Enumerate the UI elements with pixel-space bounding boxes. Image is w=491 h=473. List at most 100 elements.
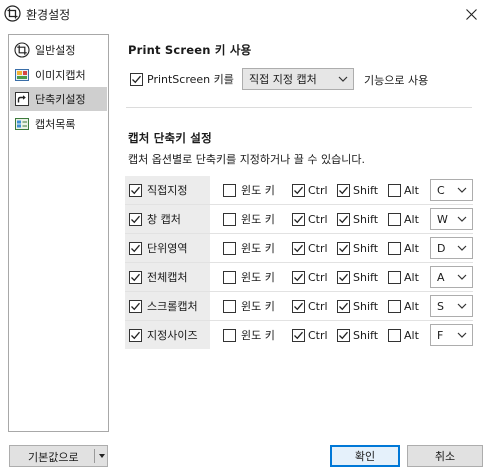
sidebar-item-capture-list[interactable]: 캡처목록 — [10, 112, 107, 136]
shortcut-key-select[interactable]: D — [430, 237, 473, 259]
alt-key-checkbox[interactable] — [388, 212, 401, 226]
shift-key-checkbox[interactable] — [337, 241, 350, 255]
sidebar-item-label: 이미지캡처 — [35, 69, 86, 82]
shift-key-label: Shift — [353, 270, 379, 284]
shift-key-label: Shift — [353, 241, 379, 255]
alt-key-checkbox[interactable] — [388, 328, 401, 342]
win-key-label: 윈도 키 — [241, 271, 275, 284]
win-key-checkbox[interactable] — [223, 241, 236, 255]
shortcut-row: 전체캡처 윈도 키 Ctrl Shift Alt A — [125, 263, 473, 291]
defaults-split-button[interactable]: 기본값으로 — [9, 445, 108, 467]
alt-key-label: Alt — [404, 183, 419, 197]
ctrl-key-checkbox[interactable] — [292, 212, 305, 226]
alt-key-checkbox[interactable] — [388, 241, 401, 255]
chevron-down-icon — [457, 303, 467, 309]
shortcut-enable-checkbox[interactable] — [129, 183, 142, 197]
check-icon — [339, 244, 348, 252]
shortcut-enable-checkbox[interactable] — [129, 328, 142, 342]
ctrl-key-label: Ctrl — [308, 328, 328, 342]
sidebar-item-label: 일반설정 — [35, 44, 76, 57]
sidebar-item-shortcuts[interactable]: 단축키설정 — [10, 87, 107, 111]
alt-key-checkbox[interactable] — [388, 183, 401, 197]
shift-key-option: Shift — [337, 176, 378, 204]
ctrl-key-checkbox[interactable] — [292, 270, 305, 284]
shift-key-checkbox[interactable] — [337, 270, 350, 284]
shift-key-option: Shift — [337, 292, 378, 320]
close-button[interactable] — [451, 0, 491, 28]
ctrl-key-checkbox[interactable] — [292, 328, 305, 342]
ctrl-key-checkbox[interactable] — [292, 183, 305, 197]
shift-key-checkbox[interactable] — [337, 212, 350, 226]
alt-key-label: Alt — [404, 270, 419, 284]
win-key-checkbox[interactable] — [223, 212, 236, 226]
check-icon — [131, 186, 140, 194]
alt-key-checkbox[interactable] — [388, 270, 401, 284]
shift-key-checkbox[interactable] — [337, 299, 350, 313]
shortcut-key-select[interactable]: C — [430, 179, 473, 201]
win-key-checkbox[interactable] — [223, 270, 236, 284]
check-icon — [131, 302, 140, 310]
shortcut-key-select[interactable]: W — [430, 208, 473, 230]
check-icon — [339, 331, 348, 339]
win-key-option: 윈도 키 — [223, 205, 275, 233]
ok-button[interactable]: 확인 — [330, 445, 400, 467]
shortcut-key-value: S — [437, 299, 444, 313]
close-icon — [465, 8, 477, 20]
shift-key-checkbox[interactable] — [337, 183, 350, 197]
shortcut-enable-checkbox[interactable] — [129, 299, 142, 313]
alt-key-option: Alt — [388, 321, 419, 349]
sidebar-item-label: 단축키설정 — [35, 93, 86, 106]
shortcut-key-value: F — [437, 328, 444, 342]
shortcut-row: 지정사이즈 윈도 키 Ctrl Shift Alt F — [125, 321, 473, 349]
shortcut-name-cell: 지정사이즈 — [125, 321, 210, 349]
ctrl-key-checkbox[interactable] — [292, 299, 305, 313]
alt-key-option: Alt — [388, 263, 419, 291]
shortcut-enable-checkbox[interactable] — [129, 270, 142, 284]
shortcut-name-label: 지정사이즈 — [147, 329, 198, 342]
win-key-checkbox[interactable] — [223, 183, 236, 197]
shortcut-key-select[interactable]: F — [430, 324, 473, 346]
chevron-down-icon — [457, 332, 467, 338]
alt-key-checkbox[interactable] — [388, 299, 401, 313]
capture-list-icon — [15, 118, 29, 130]
win-key-checkbox[interactable] — [223, 328, 236, 342]
shortcut-row: 스크롤캡처 윈도 키 Ctrl Shift Alt S — [125, 292, 473, 320]
check-icon — [294, 331, 303, 339]
shortcut-name-label: 직접지정 — [147, 184, 188, 197]
shortcut-enable-checkbox[interactable] — [129, 212, 142, 226]
alt-key-option: Alt — [388, 292, 419, 320]
app-crop-icon — [4, 5, 21, 22]
printscreen-checkbox[interactable] — [130, 72, 143, 86]
dropdown-arrow-icon[interactable] — [99, 454, 105, 458]
shortcut-enable-checkbox[interactable] — [129, 241, 142, 255]
ctrl-key-label: Ctrl — [308, 270, 328, 284]
printscreen-checkbox-row: PrintScreen 키를 — [130, 71, 234, 87]
win-key-option: 윈도 키 — [223, 176, 275, 204]
alt-key-label: Alt — [404, 299, 419, 313]
win-key-label: 윈도 키 — [241, 213, 275, 226]
ctrl-key-label: Ctrl — [308, 241, 328, 255]
win-key-option: 윈도 키 — [223, 234, 275, 262]
chevron-down-icon — [457, 274, 467, 280]
ctrl-key-checkbox[interactable] — [292, 241, 305, 255]
cancel-button-label: 취소 — [434, 450, 456, 463]
win-key-checkbox[interactable] — [223, 299, 236, 313]
win-key-label: 윈도 키 — [241, 184, 275, 197]
shortcut-arrow-icon — [15, 92, 29, 106]
shift-key-checkbox[interactable] — [337, 328, 350, 342]
sidebar-item-image-capture[interactable]: 이미지캡처 — [10, 63, 107, 87]
title-bar: 환경설정 — [0, 0, 491, 28]
shift-key-option: Shift — [337, 234, 378, 262]
printscreen-action-select[interactable]: 직접 지정 캡처 — [242, 68, 354, 90]
shortcut-key-select[interactable]: S — [430, 295, 473, 317]
shortcut-row: 단위영역 윈도 키 Ctrl Shift Alt D — [125, 234, 473, 262]
cancel-button[interactable]: 취소 — [407, 445, 483, 467]
check-icon — [131, 331, 140, 339]
ctrl-key-option: Ctrl — [292, 263, 328, 291]
shortcut-key-select[interactable]: A — [430, 266, 473, 288]
win-key-option: 윈도 키 — [223, 321, 275, 349]
check-icon — [294, 215, 303, 223]
sidebar-item-general[interactable]: 일반설정 — [10, 38, 107, 62]
split-separator — [94, 449, 95, 463]
check-icon — [294, 244, 303, 252]
